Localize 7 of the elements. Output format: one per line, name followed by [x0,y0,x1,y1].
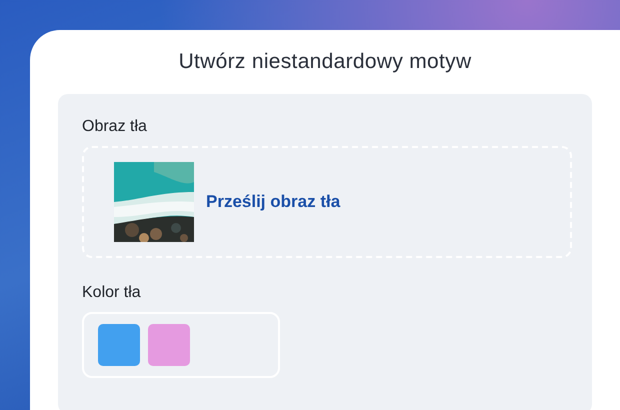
section-label: Kolor tła [82,284,142,302]
color-swatch[interactable] [98,324,140,366]
upload-link[interactable]: Prześlij obraz tła [206,192,340,212]
upload-area[interactable]: Prześlij obraz tła [82,146,572,258]
color-swatch[interactable] [148,324,190,366]
section-label: Obraz tła [82,118,148,136]
dialog-title: Utwórz niestandardowy motyw [178,50,472,74]
